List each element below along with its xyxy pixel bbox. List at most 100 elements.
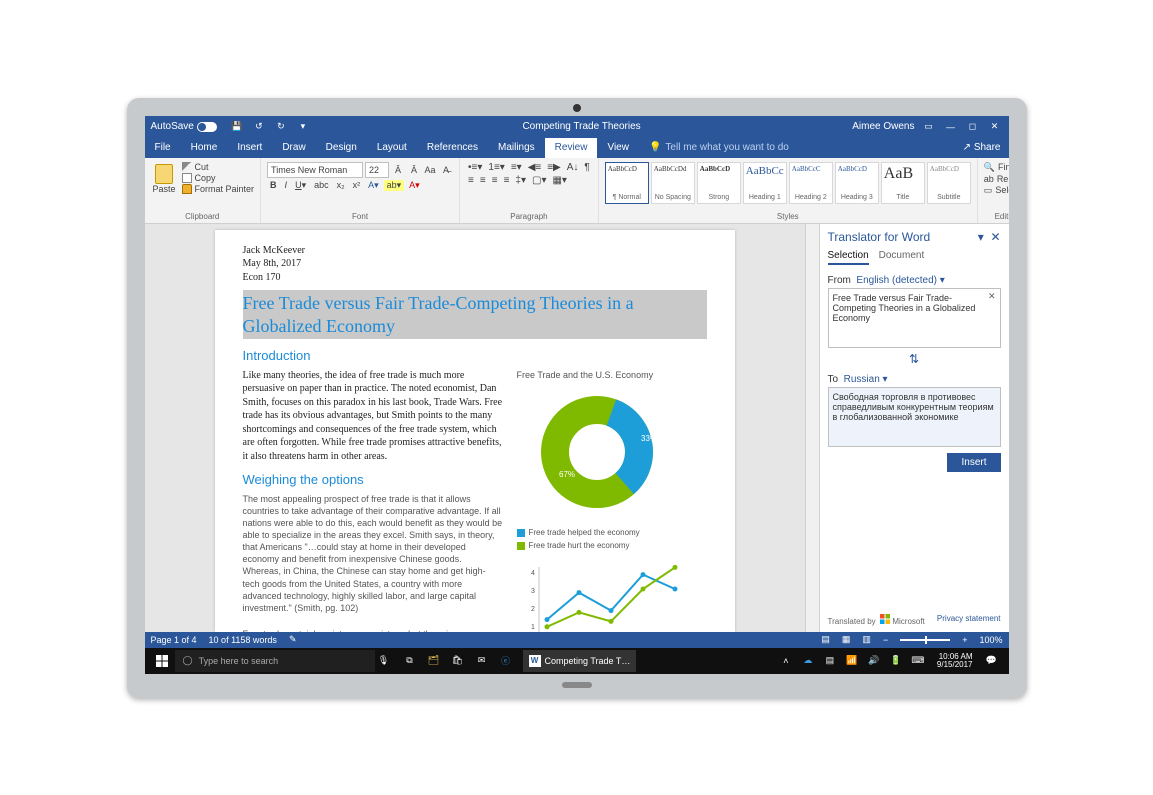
decrease-indent-button[interactable]: ◀≡ [526, 162, 544, 173]
subscript-button[interactable]: x₂ [334, 180, 348, 190]
tray-keyboard-icon[interactable]: ⌨ [911, 654, 925, 668]
store-icon[interactable]: 🛍 [451, 654, 465, 668]
ribbon-tab-draw[interactable]: Draw [272, 138, 315, 158]
bullets-button[interactable]: •≡▾ [466, 162, 484, 173]
undo-icon[interactable]: ↺ [251, 119, 267, 135]
style-normal[interactable]: AaBbCcD¶ Normal [605, 162, 649, 204]
shading-button[interactable]: ▢▾ [530, 175, 548, 186]
redo-icon[interactable]: ↻ [273, 119, 289, 135]
document-area[interactable]: Jack McKeever May 8th, 2017 Econ 170 Fre… [145, 224, 805, 632]
vertical-scrollbar[interactable] [805, 224, 819, 632]
qat-more-icon[interactable]: ▾ [295, 119, 311, 135]
minimize-icon[interactable]: — [943, 119, 959, 135]
tray-up-icon[interactable]: ˄ [779, 654, 793, 668]
zoom-out-icon[interactable]: − [883, 635, 888, 645]
font-color-button[interactable]: A▾ [406, 180, 423, 191]
styles-gallery[interactable]: AaBbCcD¶ Normal AaBbCcDdNo Spacing AaBbC… [605, 162, 971, 204]
align-left-button[interactable]: ≡ [466, 175, 476, 186]
clear-source-icon[interactable]: ✕ [988, 291, 996, 302]
paste-button[interactable]: Paste [151, 162, 178, 196]
mic-icon[interactable]: 🎙 [375, 655, 393, 666]
translator-dropdown-icon[interactable]: ▾ [978, 230, 984, 244]
ribbon-tab-mailings[interactable]: Mailings [488, 138, 545, 158]
style-nospacing[interactable]: AaBbCcDdNo Spacing [651, 162, 695, 204]
ribbon-options-icon[interactable]: ▭ [921, 119, 937, 135]
translator-close-icon[interactable]: ✕ [990, 230, 1000, 244]
tablet-home-button[interactable] [562, 682, 592, 688]
cut-button[interactable]: Cut [182, 162, 255, 172]
change-case-icon[interactable]: Aa [423, 163, 437, 177]
tray-battery-icon[interactable]: 🔋 [889, 654, 903, 668]
format-painter-button[interactable]: Format Painter [182, 184, 255, 194]
close-icon[interactable]: ✕ [987, 119, 1003, 135]
ribbon-tab-insert[interactable]: Insert [227, 138, 272, 158]
style-heading2[interactable]: AaBbCcCHeading 2 [789, 162, 833, 204]
font-name-select[interactable]: Times New Roman [267, 162, 363, 178]
increase-indent-button[interactable]: ≡▶ [545, 162, 563, 173]
ribbon-tab-design[interactable]: Design [316, 138, 367, 158]
align-right-button[interactable]: ≡ [490, 175, 500, 186]
translator-tab-selection[interactable]: Selection [828, 250, 869, 265]
highlight-button[interactable]: ab▾ [384, 180, 405, 191]
autosave[interactable]: AutoSave [151, 121, 217, 132]
tray-onedrive-icon[interactable]: ☁ [801, 654, 815, 668]
borders-button[interactable]: ▦▾ [550, 175, 568, 186]
style-title[interactable]: AaBTitle [881, 162, 925, 204]
file-explorer-icon[interactable]: 🗂 [427, 654, 441, 668]
bold-button[interactable]: B [267, 180, 280, 190]
view-weblayout-icon[interactable]: ▥ [862, 634, 871, 645]
align-center-button[interactable]: ≡ [478, 175, 488, 186]
share-button[interactable]: ↗ Share [963, 142, 1001, 153]
find-button[interactable]: 🔍 Find ▾ [984, 162, 1009, 173]
translator-tab-document[interactable]: Document [879, 250, 925, 265]
mail-icon[interactable]: ✉ [475, 654, 489, 668]
taskbar-app-word[interactable]: W Competing Trade T… [523, 650, 637, 672]
strikethrough-button[interactable]: abc [311, 180, 332, 190]
taskbar-search[interactable]: ◯ Type here to search [175, 650, 375, 672]
text-effects-button[interactable]: A▾ [365, 180, 382, 191]
privacy-link[interactable]: Privacy statement [937, 614, 1001, 626]
ribbon-tab-home[interactable]: Home [181, 138, 228, 158]
zoom-level[interactable]: 100% [979, 635, 1002, 645]
ribbon-tab-references[interactable]: References [417, 138, 488, 158]
font-size-select[interactable]: 22 [365, 162, 389, 178]
insert-button[interactable]: Insert [947, 453, 1000, 472]
tray-volume-icon[interactable]: 🔊 [867, 654, 881, 668]
autosave-toggle[interactable] [197, 122, 217, 132]
ribbon-tab-file[interactable]: File [145, 138, 181, 158]
italic-button[interactable]: I [282, 180, 291, 190]
clear-formatting-icon[interactable]: A̶ [439, 163, 453, 177]
style-heading3[interactable]: AaBbCcDHeading 3 [835, 162, 879, 204]
task-view-icon[interactable]: ⧉ [403, 654, 417, 668]
line-spacing-button[interactable]: ‡▾ [513, 175, 528, 186]
tray-network-icon[interactable]: 📶 [845, 654, 859, 668]
show-marks-button[interactable]: ¶ [582, 162, 591, 173]
status-page[interactable]: Page 1 of 4 [151, 635, 197, 645]
view-readmode-icon[interactable]: ▤ [821, 634, 830, 645]
source-text-box[interactable]: Free Trade versus Fair Trade-Competing T… [828, 288, 1001, 348]
view-printlayout-icon[interactable]: ▦ [842, 634, 851, 645]
ribbon-tab-review[interactable]: Review [545, 138, 598, 158]
decrease-font-icon[interactable]: Ǎ [407, 163, 421, 177]
user-name[interactable]: Aimee Owens [852, 121, 914, 132]
to-language-select[interactable]: Russian ▾ [844, 374, 888, 385]
replace-button[interactable]: ab Replace [984, 174, 1009, 184]
taskbar-clock[interactable]: 10:06 AM9/15/2017 [933, 653, 977, 669]
increase-font-icon[interactable]: Â [391, 163, 405, 177]
zoom-slider[interactable] [900, 639, 950, 641]
start-button[interactable] [149, 655, 175, 667]
tell-me-box[interactable]: 💡 Tell me what you want to do [639, 138, 955, 158]
ribbon-tab-layout[interactable]: Layout [367, 138, 417, 158]
document-page[interactable]: Jack McKeever May 8th, 2017 Econ 170 Fre… [215, 230, 735, 632]
spellcheck-icon[interactable]: ✎ [289, 634, 297, 645]
select-button[interactable]: ▭ Select ▾ [984, 185, 1009, 196]
save-icon[interactable]: 💾 [229, 119, 245, 135]
copy-button[interactable]: Copy [182, 173, 255, 183]
tray-disk-icon[interactable]: ▤ [823, 654, 837, 668]
justify-button[interactable]: ≡ [502, 175, 512, 186]
swap-languages-icon[interactable]: ⇅ [828, 352, 1001, 366]
zoom-in-icon[interactable]: + [962, 635, 967, 645]
action-center-icon[interactable]: 💬 [985, 654, 999, 668]
ribbon-tab-view[interactable]: View [597, 138, 639, 158]
doc-heading-title[interactable]: Free Trade versus Fair Trade-Competing T… [243, 290, 707, 339]
